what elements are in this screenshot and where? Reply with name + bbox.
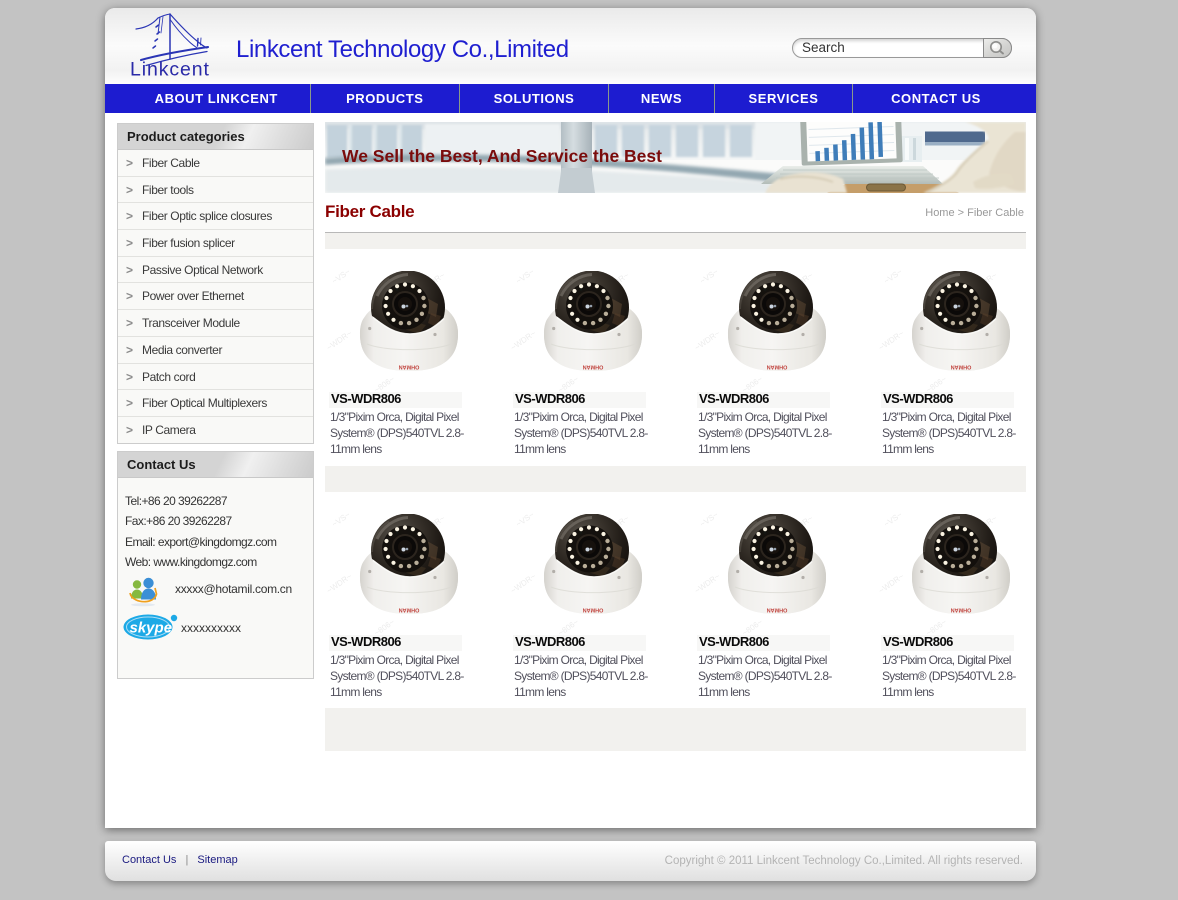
svg-text:skype: skype [130, 620, 173, 637]
svg-text:OHMAN: OHMAN [767, 364, 788, 370]
svg-text:We Sell the Best, And Service: We Sell the Best, And Service the Best [342, 146, 662, 166]
svg-text:Linkcent: Linkcent [130, 59, 210, 81]
svg-text:OHMAN: OHMAN [399, 607, 420, 613]
svg-text:OHMAN: OHMAN [951, 607, 972, 613]
svg-text:OHMAN: OHMAN [767, 607, 788, 613]
svg-text:OHMAN: OHMAN [583, 607, 604, 613]
svg-text:OHMAN: OHMAN [399, 364, 420, 370]
svg-text:OHMAN: OHMAN [951, 364, 972, 370]
svg-text:OHMAN: OHMAN [583, 364, 604, 370]
